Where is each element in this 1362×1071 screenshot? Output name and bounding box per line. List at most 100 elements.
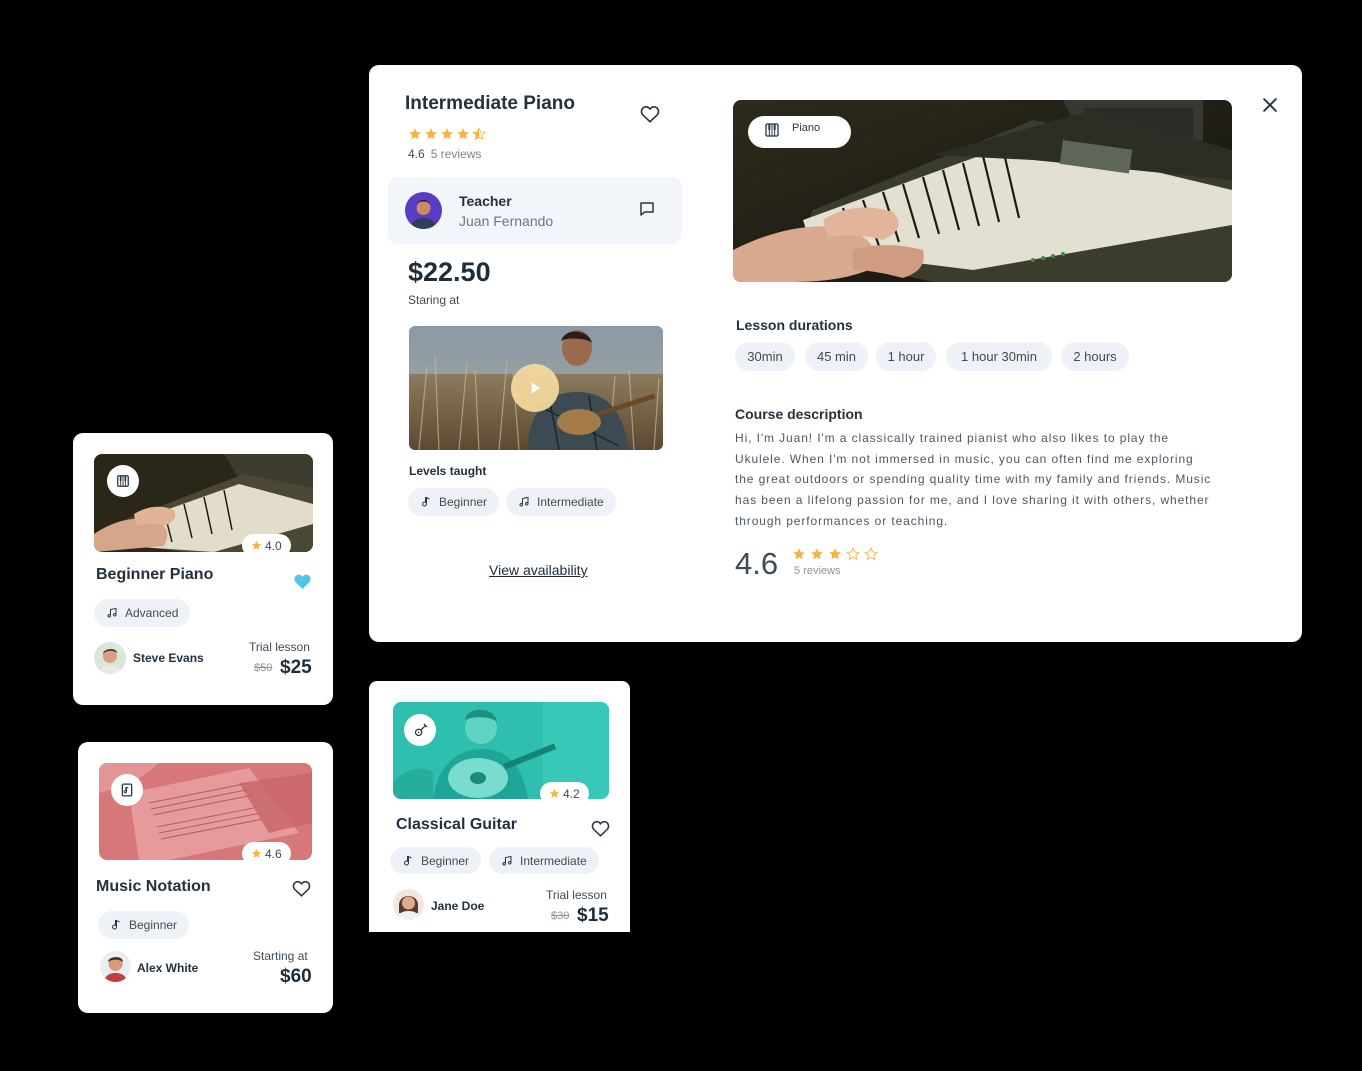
course-description-title: Course description xyxy=(735,406,863,422)
level-chip-intermediate: Intermediate xyxy=(506,488,616,516)
teacher-avatar xyxy=(405,192,442,229)
rating-value: 4.6 xyxy=(408,147,425,161)
course-card-music-notation[interactable]: 4.6 Music Notation Beginner Alex White S… xyxy=(78,742,333,1013)
music-note-icon xyxy=(422,497,430,507)
description-line: through performances or teaching. xyxy=(735,513,949,528)
teacher-avatar xyxy=(100,951,131,982)
price: $15 xyxy=(577,905,609,926)
rating-value: 4.2 xyxy=(563,786,580,801)
music-notes-icon xyxy=(107,607,117,618)
music-note-icon xyxy=(404,855,412,866)
description-line: the great outdoors or spending quality t… xyxy=(735,472,1212,487)
price-label: Trial lesson xyxy=(249,640,310,654)
rating-summary: 4.6 5 reviews xyxy=(408,147,481,161)
instrument-label: Piano xyxy=(792,122,821,134)
teacher-label: Teacher xyxy=(459,193,512,209)
course-title: Classical Guitar xyxy=(396,816,517,833)
teacher-name: Alex White xyxy=(137,961,199,975)
star-icon xyxy=(549,788,560,798)
teacher-panel: Teacher Juan Fernando xyxy=(388,177,682,244)
price-label: Trial lesson xyxy=(546,888,607,902)
intro-video[interactable] xyxy=(409,326,663,450)
star-icon xyxy=(811,548,823,560)
course-card-classical-guitar[interactable]: 4.2 Classical Guitar Beginner Intermedia… xyxy=(369,681,630,932)
star-icon xyxy=(793,548,805,560)
instrument-badge xyxy=(111,774,143,806)
favorite-button[interactable] xyxy=(290,877,312,899)
star-icon xyxy=(425,128,437,140)
price: $22.50 xyxy=(408,257,491,287)
overall-review-count: 5 reviews xyxy=(794,565,841,577)
rating-badge: 4.2 xyxy=(540,782,589,805)
course-hero-image: Piano xyxy=(733,100,1232,282)
rating-value: 4.0 xyxy=(265,538,282,553)
teacher-avatar xyxy=(94,642,126,674)
course-description: Hi, I'm Juan! I'm a classically trained … xyxy=(735,428,1255,532)
level-label: Beginner xyxy=(129,918,178,932)
review-count: 5 reviews xyxy=(430,147,482,161)
instrument-chip: Piano xyxy=(748,116,851,148)
level-chip: Beginner xyxy=(98,911,190,939)
price: $25 xyxy=(280,657,312,678)
star-icon xyxy=(251,540,262,550)
heart-icon xyxy=(640,105,660,123)
duration-chip[interactable]: 45 min xyxy=(805,342,868,371)
empty-star-icon xyxy=(864,547,878,561)
level-chip-intermediate: Intermediate xyxy=(489,847,599,874)
price-label: Starting at xyxy=(253,949,308,963)
teacher-name: Steve Evans xyxy=(133,651,204,665)
duration-chip[interactable]: 2 hours xyxy=(1061,342,1129,371)
sheet-music-icon xyxy=(121,783,133,797)
piano-icon xyxy=(765,123,779,137)
old-price: $30 xyxy=(551,910,570,922)
course-card-beginner-piano[interactable]: 4.0 Beginner Piano Advanced Steve Evans … xyxy=(73,433,333,705)
rating-badge: 4.0 xyxy=(242,534,291,557)
empty-star-icon xyxy=(846,547,860,561)
level-label: Beginner xyxy=(421,853,470,868)
level-chip-beginner: Beginner xyxy=(390,847,482,874)
music-note-icon xyxy=(112,920,120,930)
level-label: Advanced xyxy=(125,606,179,620)
old-price: $50 xyxy=(254,662,273,674)
star-icon xyxy=(441,128,453,140)
duration-chip[interactable]: 1 hour xyxy=(876,342,936,371)
rating-stars xyxy=(408,127,486,141)
overall-rating-stars xyxy=(792,547,878,561)
guitar-icon xyxy=(414,723,427,736)
levels-label: Levels taught xyxy=(409,464,487,478)
view-availability-link[interactable]: View availability xyxy=(489,562,588,578)
teacher-avatar xyxy=(393,889,424,920)
instrument-badge xyxy=(107,465,139,497)
course-detail-modal: Intermediate Piano 4.6 5 reviews Teacher … xyxy=(369,65,1302,642)
description-line: Ukulele. When I'm not immersed in music,… xyxy=(735,451,1194,466)
duration-chip[interactable]: 1 hour 30min xyxy=(946,342,1052,371)
level-chip-beginner: Beginner xyxy=(408,488,500,516)
rating-value: 4.6 xyxy=(265,846,282,861)
favorite-button[interactable] xyxy=(291,570,313,592)
duration-chip[interactable]: 30min xyxy=(735,342,795,371)
heart-icon xyxy=(591,820,609,837)
level-label: Intermediate xyxy=(520,853,587,868)
half-star-icon xyxy=(472,127,486,141)
teacher-name: Juan Fernando xyxy=(459,213,554,229)
close-button[interactable] xyxy=(1260,95,1280,115)
description-line: Hi, I'm Juan! I'm a classically trained … xyxy=(735,431,1170,445)
price-caption: Staring at xyxy=(408,293,460,307)
instrument-badge xyxy=(404,714,436,746)
piano-icon xyxy=(117,475,129,487)
overall-rating: 4.6 xyxy=(735,546,779,581)
course-title: Music Notation xyxy=(96,878,211,895)
music-notes-icon xyxy=(519,496,529,507)
play-button[interactable] xyxy=(511,364,559,412)
description-line: has been a lifelong passion for me, and … xyxy=(735,493,1210,508)
star-icon xyxy=(409,128,421,140)
rating-badge: 4.6 xyxy=(242,842,291,865)
heart-icon xyxy=(292,880,310,897)
message-teacher-button[interactable] xyxy=(638,200,658,220)
course-title: Beginner Piano xyxy=(96,566,214,583)
favorite-button[interactable] xyxy=(589,817,611,839)
star-icon xyxy=(829,548,841,560)
play-icon xyxy=(531,382,541,394)
course-title: Intermediate Piano xyxy=(405,93,575,114)
favorite-button[interactable] xyxy=(639,103,661,125)
